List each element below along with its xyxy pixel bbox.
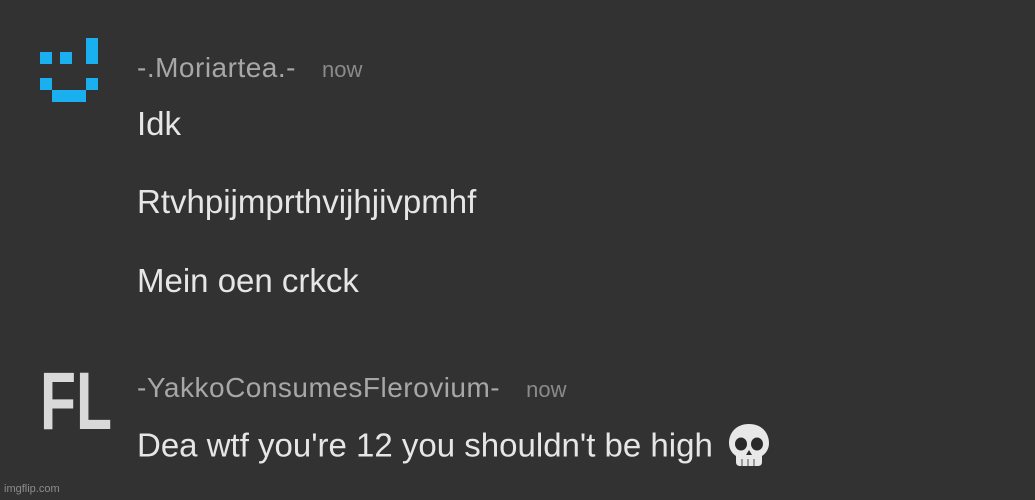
skull-icon xyxy=(728,424,769,466)
svg-text:FL: FL xyxy=(40,362,112,432)
pixel-smiley-avatar[interactable] xyxy=(40,38,100,106)
username[interactable]: -.Moriartea.- xyxy=(137,52,296,83)
message-text-content: Dea wtf you're 12 you shouldn't be high xyxy=(137,426,713,464)
message-text: Mein oen crkck xyxy=(137,262,359,299)
timestamp: now xyxy=(526,377,567,402)
author-line: -.Moriartea.- now xyxy=(137,52,362,84)
message-text: Dea wtf you're 12 you shouldn't be high xyxy=(137,424,771,471)
chat-log: -.Moriartea.- now Idk Rtvhpijmprthvijhjiv… xyxy=(0,0,1035,500)
message-text: Rtvhpijmprthvijhjivpmhf xyxy=(137,183,477,220)
author-line: -YakkoConsumesFlerovium-now xyxy=(137,372,567,404)
imgflip-watermark: imgflip.com xyxy=(4,483,60,495)
timestamp: now xyxy=(321,57,363,82)
message-text: Idk xyxy=(137,105,182,142)
username[interactable]: -YakkoConsumesFlerovium- xyxy=(137,372,500,403)
fl-avatar[interactable]: FL xyxy=(40,362,114,432)
